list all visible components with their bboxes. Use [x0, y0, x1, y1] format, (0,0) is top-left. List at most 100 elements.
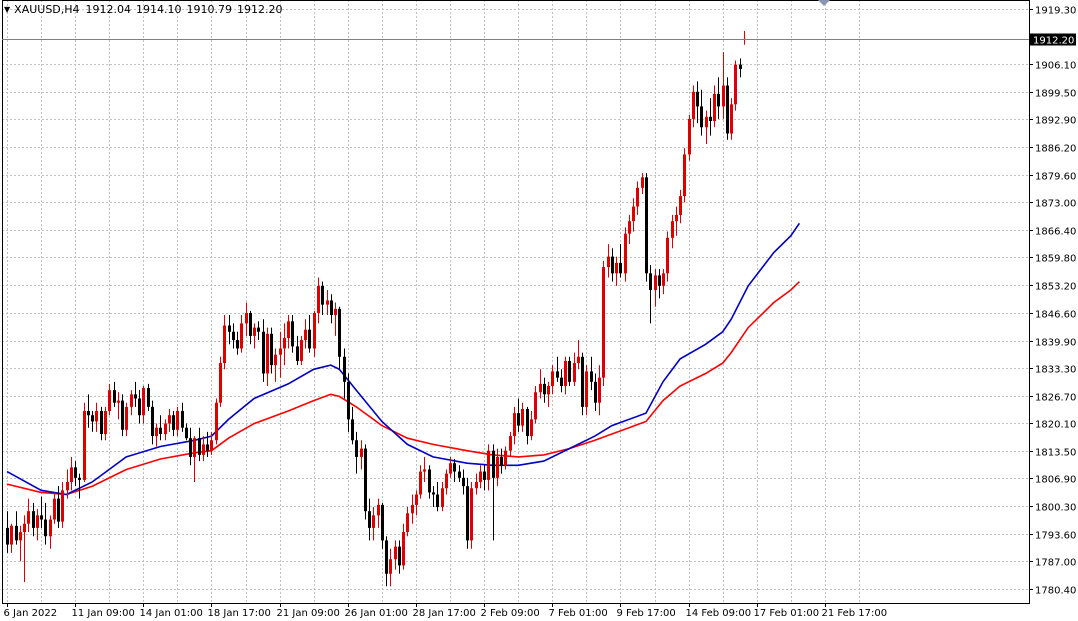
- candle[interactable]: [40, 496, 43, 528]
- candle[interactable]: [198, 427, 201, 462]
- candle[interactable]: [521, 402, 524, 432]
- dropdown-triangle-icon[interactable]: ▼: [4, 5, 10, 14]
- candle[interactable]: [645, 173, 648, 282]
- candle[interactable]: [193, 436, 196, 482]
- candle[interactable]: [543, 377, 546, 403]
- candle[interactable]: [734, 60, 737, 111]
- candle[interactable]: [176, 406, 179, 437]
- candle[interactable]: [564, 356, 567, 395]
- candle[interactable]: [313, 310, 316, 357]
- candle[interactable]: [573, 352, 576, 387]
- candle[interactable]: [134, 381, 137, 407]
- candle[interactable]: [113, 381, 116, 407]
- candle[interactable]: [517, 398, 520, 432]
- candle[interactable]: [317, 277, 320, 324]
- candle[interactable]: [713, 85, 716, 128]
- candle[interactable]: [500, 448, 503, 474]
- candle[interactable]: [49, 515, 52, 549]
- candle[interactable]: [394, 540, 397, 570]
- candle[interactable]: [513, 406, 516, 445]
- candle[interactable]: [402, 523, 405, 570]
- candle[interactable]: [147, 383, 150, 412]
- candle[interactable]: [228, 315, 231, 345]
- candle[interactable]: [240, 315, 243, 353]
- candle[interactable]: [338, 306, 341, 370]
- candle[interactable]: [696, 81, 699, 124]
- candle[interactable]: [683, 148, 686, 203]
- candle[interactable]: [308, 315, 311, 353]
- candle[interactable]: [83, 402, 86, 482]
- candle[interactable]: [151, 400, 154, 445]
- candle[interactable]: [61, 481, 64, 528]
- candle[interactable]: [743, 30, 746, 45]
- candle[interactable]: [577, 340, 580, 370]
- candle[interactable]: [125, 402, 128, 437]
- candle[interactable]: [717, 77, 720, 119]
- candle[interactable]: [385, 536, 388, 587]
- candle[interactable]: [215, 398, 218, 445]
- candle[interactable]: [709, 98, 712, 136]
- candle[interactable]: [556, 356, 559, 382]
- candle[interactable]: [581, 352, 584, 416]
- candle[interactable]: [470, 481, 473, 549]
- candle[interactable]: [372, 507, 375, 541]
- price-chart[interactable]: 1919.30 1906.10 1899.50 1892.90 1886.20 1879.…: [0, 0, 1078, 621]
- candle[interactable]: [172, 411, 175, 437]
- candlestick-series[interactable]: [6, 30, 746, 587]
- candle[interactable]: [138, 390, 141, 424]
- candle[interactable]: [10, 523, 13, 553]
- candle[interactable]: [641, 173, 644, 195]
- candle[interactable]: [590, 356, 593, 391]
- candle[interactable]: [377, 498, 380, 528]
- candle[interactable]: [95, 402, 98, 432]
- candle[interactable]: [164, 419, 167, 441]
- candle[interactable]: [688, 114, 691, 161]
- candle[interactable]: [432, 486, 435, 508]
- candle[interactable]: [181, 402, 184, 432]
- candle[interactable]: [547, 381, 550, 407]
- candle[interactable]: [355, 431, 358, 474]
- candle[interactable]: [602, 260, 605, 387]
- candle[interactable]: [462, 469, 465, 495]
- candle[interactable]: [321, 281, 324, 316]
- candle[interactable]: [700, 89, 703, 136]
- candle[interactable]: [411, 494, 414, 524]
- candle[interactable]: [730, 98, 733, 140]
- candle[interactable]: [389, 548, 392, 587]
- candle[interactable]: [679, 189, 682, 224]
- candle[interactable]: [487, 444, 490, 491]
- candle[interactable]: [19, 525, 22, 562]
- candle[interactable]: [274, 348, 277, 382]
- candle[interactable]: [666, 231, 669, 282]
- candle[interactable]: [27, 498, 30, 533]
- candle[interactable]: [223, 315, 226, 370]
- candle[interactable]: [649, 264, 652, 324]
- candle[interactable]: [598, 365, 601, 416]
- candle[interactable]: [398, 540, 401, 574]
- candle[interactable]: [632, 198, 635, 232]
- candle[interactable]: [104, 406, 107, 441]
- candle[interactable]: [585, 365, 588, 416]
- candle[interactable]: [219, 356, 222, 407]
- candle[interactable]: [611, 248, 614, 282]
- candle[interactable]: [168, 408, 171, 432]
- candle[interactable]: [675, 206, 678, 236]
- candle[interactable]: [441, 481, 444, 512]
- candle[interactable]: [526, 406, 529, 445]
- candle[interactable]: [236, 331, 239, 355]
- candle[interactable]: [206, 431, 209, 457]
- candle[interactable]: [53, 492, 56, 524]
- candle[interactable]: [560, 369, 563, 393]
- candle[interactable]: [266, 327, 269, 387]
- candle[interactable]: [381, 502, 384, 549]
- candle[interactable]: [15, 511, 18, 545]
- candle[interactable]: [428, 465, 431, 499]
- candle[interactable]: [304, 319, 307, 349]
- chart-shift-triangle-icon[interactable]: [818, 0, 830, 6]
- candle[interactable]: [202, 436, 205, 462]
- candle[interactable]: [722, 52, 725, 119]
- candle[interactable]: [406, 507, 409, 537]
- candle[interactable]: [466, 477, 469, 549]
- candle[interactable]: [189, 427, 192, 466]
- candle[interactable]: [662, 269, 665, 295]
